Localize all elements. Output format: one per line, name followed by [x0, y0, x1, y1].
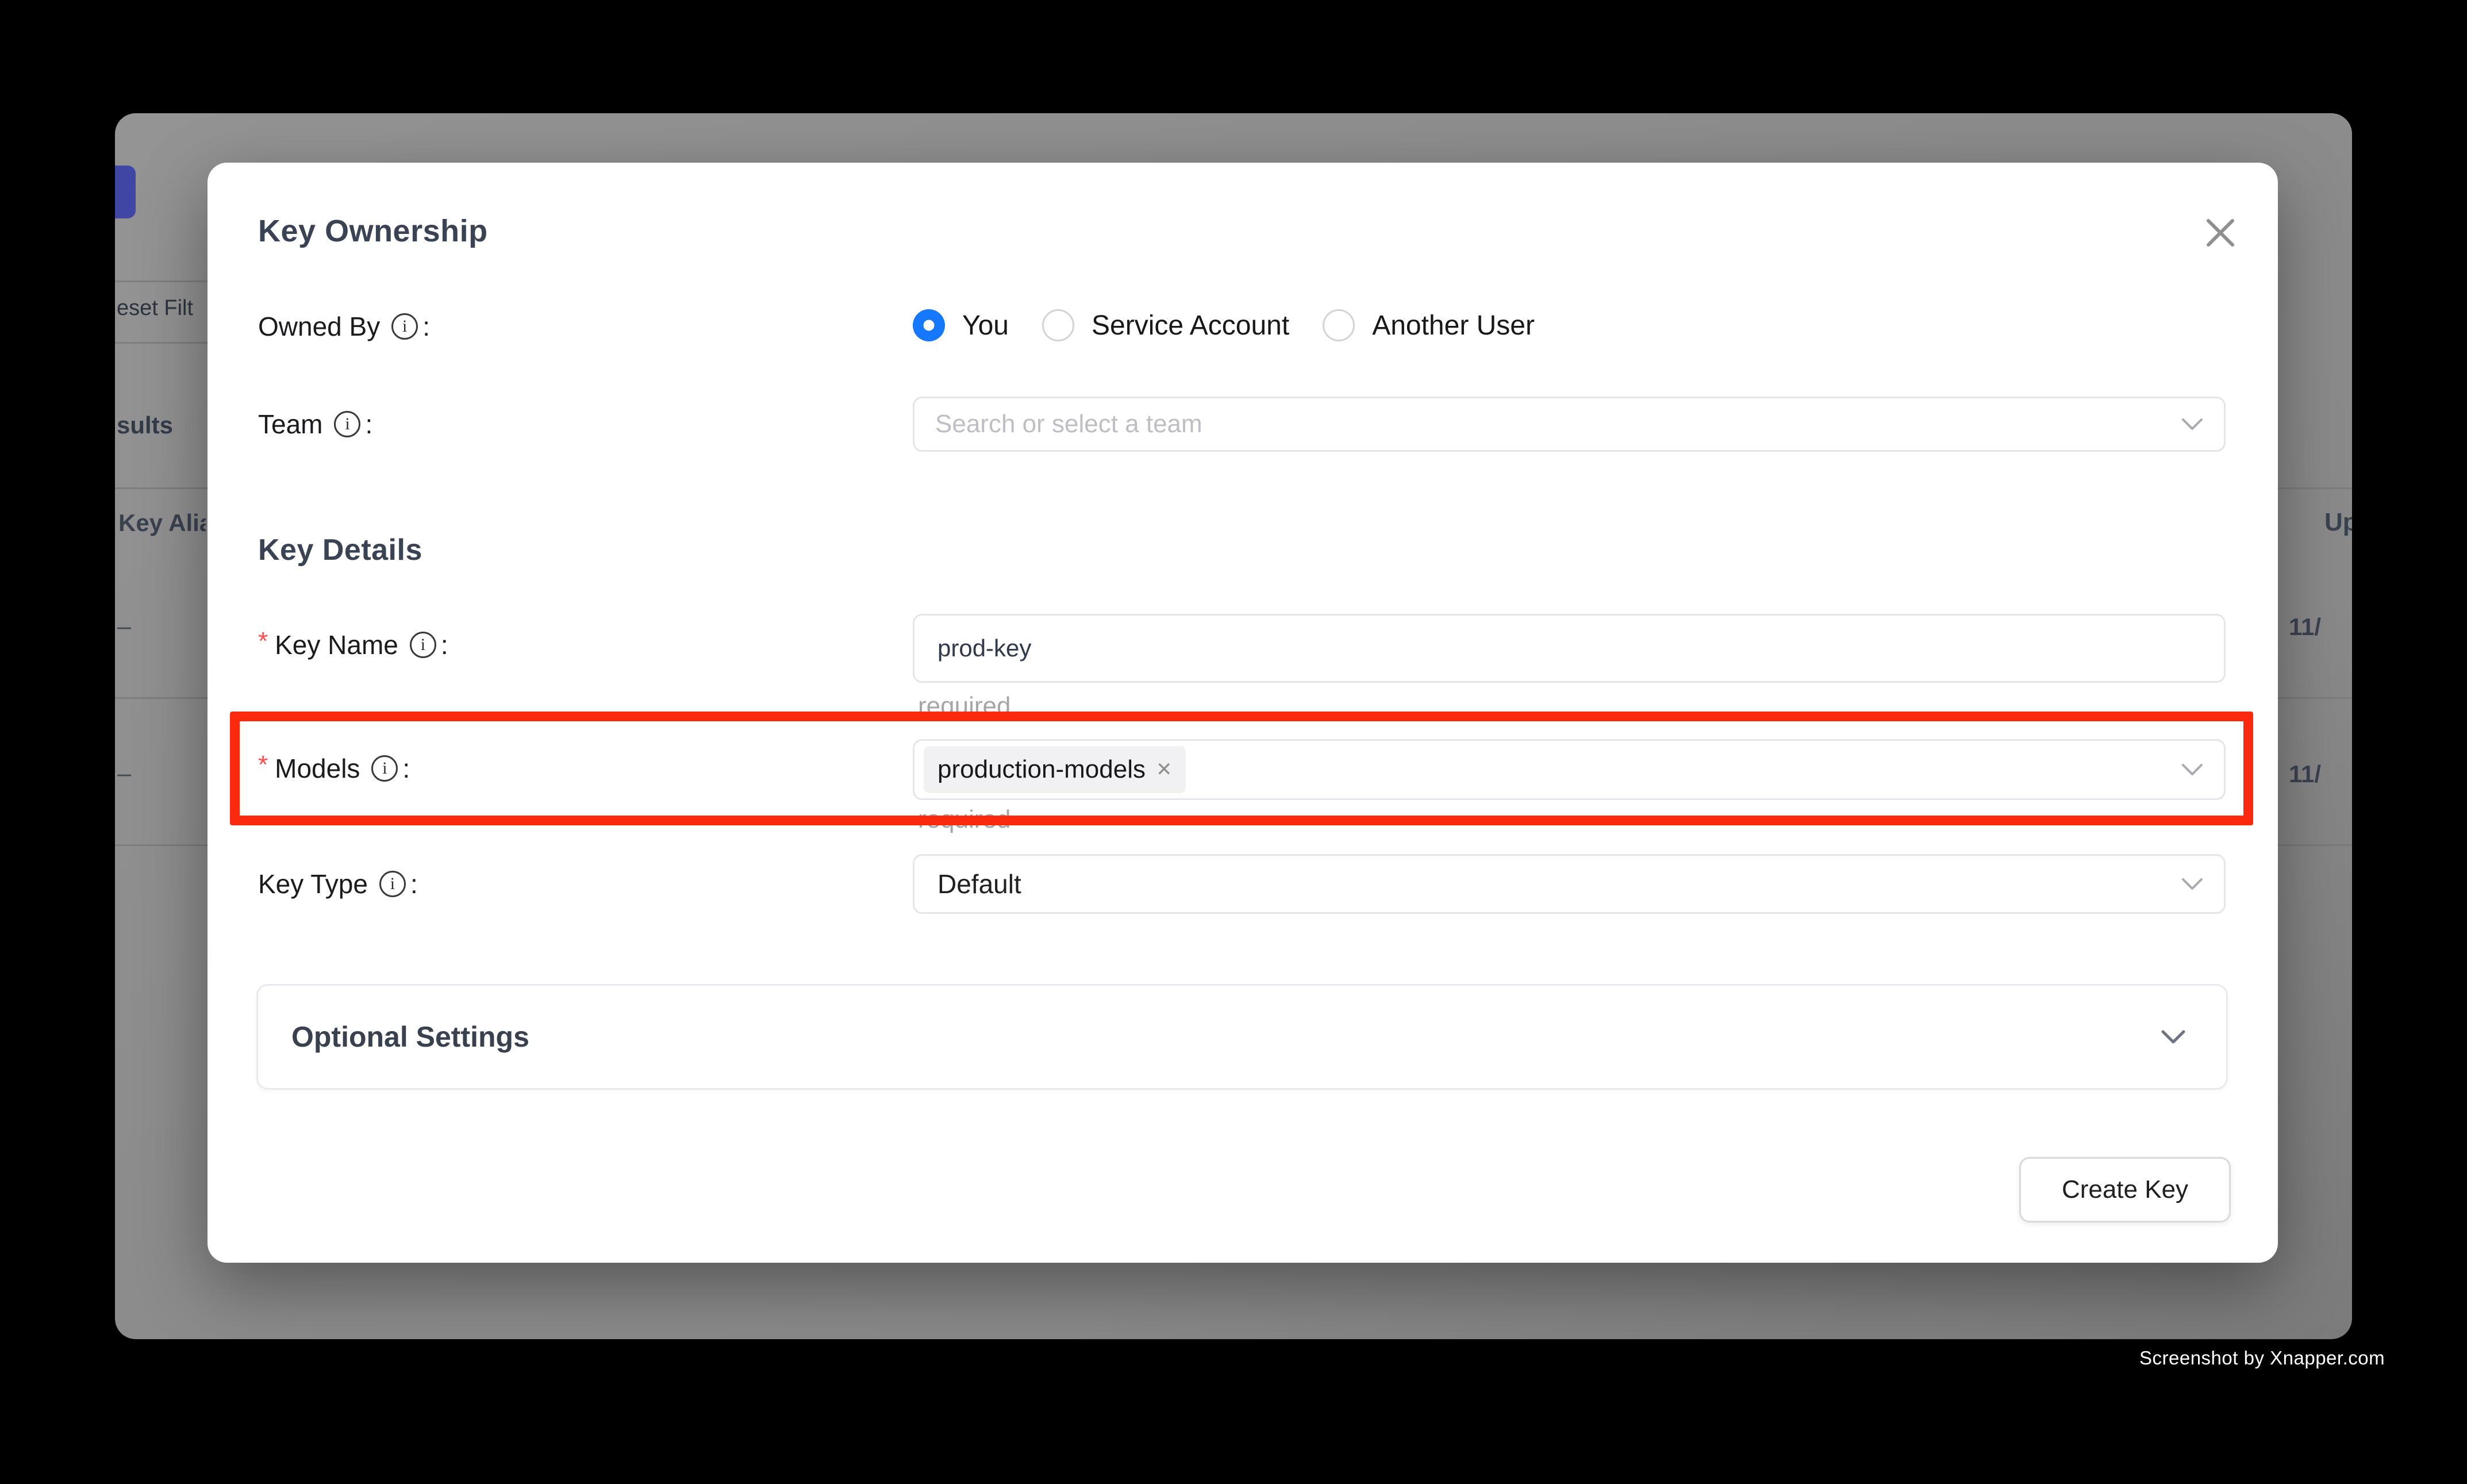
info-icon[interactable]: i: [379, 871, 406, 897]
close-button[interactable]: [2199, 211, 2242, 255]
radio-option-you[interactable]: You: [913, 309, 1009, 341]
colon: :: [410, 868, 418, 899]
remove-tag-icon[interactable]: ✕: [1156, 758, 1173, 781]
models-label-text: Models: [275, 753, 360, 784]
table-divider: [115, 487, 207, 489]
key-type-label: Key Type i :: [258, 868, 418, 899]
owned-by-label: Owned By i :: [258, 311, 430, 342]
radio-option-service-account[interactable]: Service Account: [1042, 309, 1289, 341]
table-cell-date: 11/: [2289, 613, 2321, 641]
radio-label: Another User: [1372, 310, 1535, 341]
key-name-input[interactable]: prod-key: [913, 614, 2226, 683]
table-divider: [2277, 487, 2352, 489]
chevron-down-icon: [2181, 418, 2203, 430]
team-select-placeholder: Search or select a team: [914, 410, 1202, 439]
reset-filters-label-fragment: eset Filt: [117, 296, 207, 321]
owned-by-label-text: Owned By: [258, 311, 380, 342]
chevron-down-icon: [2181, 878, 2203, 890]
info-icon[interactable]: i: [391, 313, 418, 340]
screenshot-stage: eset Filt sults Key Alia – – Up 11/ 11/ …: [0, 0, 2467, 1484]
colon: :: [365, 409, 372, 440]
radio-checked-icon[interactable]: [913, 309, 945, 341]
table-divider: [2277, 697, 2352, 699]
create-key-button[interactable]: Create Key: [2019, 1157, 2231, 1222]
optional-settings-label: Optional Settings: [291, 1020, 529, 1054]
required-asterisk: *: [258, 751, 268, 779]
key-alias-column-header: Key Alia: [118, 509, 206, 537]
models-required-message: required: [918, 805, 1010, 834]
radio-label: Service Account: [1092, 310, 1289, 341]
key-type-value: Default: [914, 868, 1021, 899]
radio-unchecked-icon[interactable]: [1323, 309, 1355, 341]
info-icon[interactable]: i: [334, 411, 360, 437]
table-cell-dash: –: [117, 759, 131, 788]
create-key-modal: Key Ownership Owned By i : You Service A…: [207, 163, 2278, 1263]
updated-column-header: Up: [2324, 508, 2352, 537]
colon: :: [441, 629, 448, 660]
key-name-label: * Key Name i :: [258, 629, 448, 660]
models-label: * Models i :: [258, 753, 410, 784]
selected-model-tag-text: production-models: [937, 755, 1146, 784]
info-icon[interactable]: i: [371, 755, 398, 782]
models-select[interactable]: production-models ✕: [913, 739, 2226, 800]
colon: :: [422, 311, 430, 342]
key-name-required-message: required: [918, 692, 1010, 721]
key-type-label-text: Key Type: [258, 868, 368, 899]
results-count-fragment: sults: [117, 412, 173, 439]
radio-label: You: [962, 310, 1009, 341]
radio-unchecked-icon[interactable]: [1042, 309, 1074, 341]
create-key-button-fragment: [115, 166, 136, 218]
radio-option-another-user[interactable]: Another User: [1323, 309, 1535, 341]
required-asterisk: *: [258, 627, 268, 656]
colon: :: [402, 753, 410, 784]
chevron-down-icon: [2181, 763, 2203, 776]
modal-title: Key Ownership: [258, 213, 488, 249]
watermark-text: Screenshot by Xnapper.com: [2139, 1347, 2385, 1369]
key-type-select[interactable]: Default: [913, 854, 2226, 914]
team-label-text: Team: [258, 409, 322, 440]
team-label: Team i :: [258, 409, 372, 440]
team-select[interactable]: Search or select a team: [913, 397, 2226, 452]
key-name-value: prod-key: [914, 635, 1031, 662]
table-divider: [115, 697, 207, 699]
key-name-label-text: Key Name: [275, 629, 398, 660]
info-icon[interactable]: i: [410, 632, 436, 658]
optional-settings-toggle[interactable]: Optional Settings: [256, 984, 2228, 1090]
table-cell-dash: –: [117, 612, 131, 641]
table-divider: [115, 844, 207, 846]
table-cell-date: 11/: [2289, 760, 2321, 788]
close-icon: [2205, 216, 2235, 249]
selected-model-tag: production-models ✕: [924, 746, 1186, 793]
key-details-heading: Key Details: [258, 533, 422, 567]
table-divider: [115, 342, 207, 344]
owned-by-radio-group: You Service Account Another User: [913, 294, 1568, 357]
chevron-down-icon: [2161, 1029, 2186, 1044]
table-divider: [2277, 844, 2352, 846]
table-divider: [115, 280, 207, 282]
